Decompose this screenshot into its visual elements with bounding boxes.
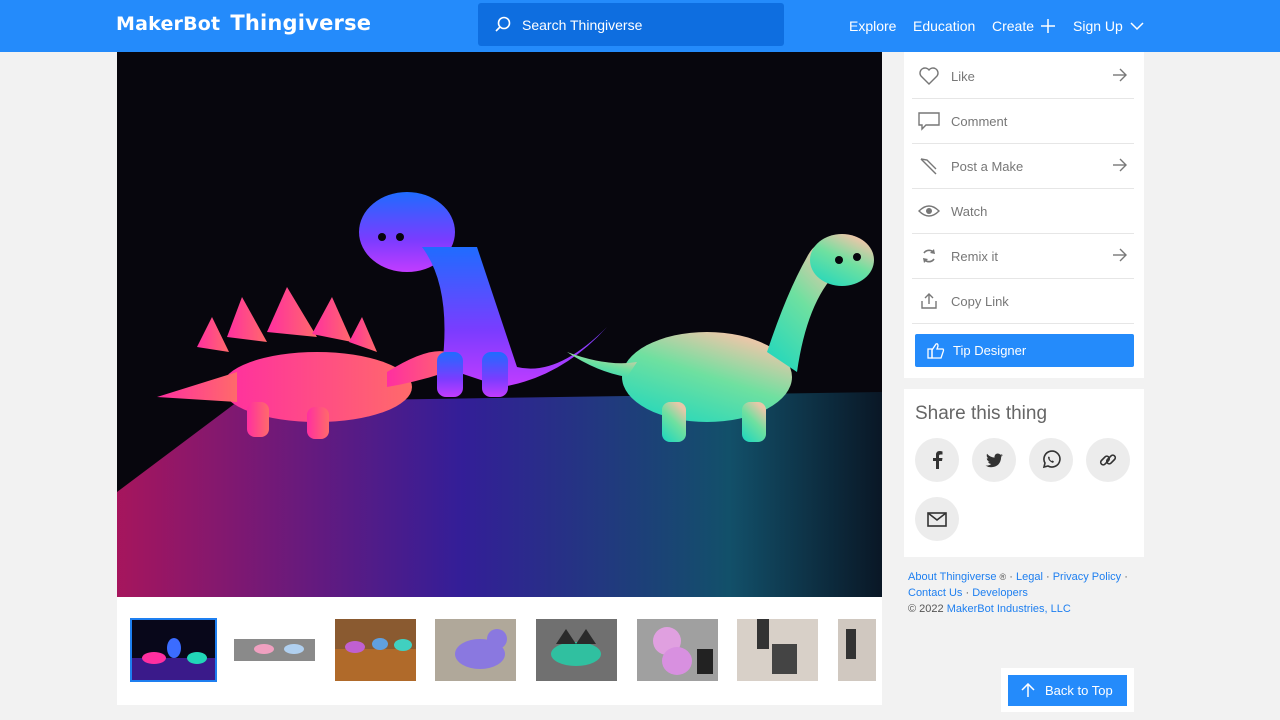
watch-button[interactable]: Watch xyxy=(912,189,1134,234)
comment-label: Comment xyxy=(951,113,1008,129)
upload-icon xyxy=(916,293,942,309)
share-facebook-button[interactable] xyxy=(915,438,959,482)
footer-about-link[interactable]: About Thingiverse xyxy=(908,571,996,583)
tip-designer-label: Tip Designer xyxy=(953,343,1027,358)
actions-panel: Like Comment Post a Make Watch Remix it … xyxy=(904,52,1144,378)
arrow-right-icon xyxy=(1113,68,1127,82)
eye-icon xyxy=(916,204,942,218)
share-link-button[interactable] xyxy=(1086,438,1130,482)
logo-thingiverse: Thingiverse xyxy=(230,11,372,35)
nav-create[interactable]: Create xyxy=(992,0,1056,52)
thumbnail-5[interactable] xyxy=(536,619,617,681)
nav-education[interactable]: Education xyxy=(913,0,975,52)
logo-makerbot: MakerBot xyxy=(116,13,221,35)
thumbnail-6[interactable] xyxy=(637,619,718,681)
separator: · xyxy=(1009,571,1013,583)
back-to-top-label: Back to Top xyxy=(1045,683,1113,698)
top-navbar: MakerBot Thingiverse Search Thingiverse … xyxy=(0,0,1280,52)
thumbnail-4[interactable] xyxy=(435,619,516,681)
share-email-button[interactable] xyxy=(915,497,959,541)
like-button[interactable]: Like xyxy=(912,54,1134,99)
watch-label: Watch xyxy=(951,203,988,219)
back-to-top-container: Back to Top xyxy=(1001,668,1134,712)
makerbot-thingiverse-logo[interactable]: MakerBot Thingiverse xyxy=(116,11,371,39)
remix-label: Remix it xyxy=(951,248,998,264)
footer-legal-link[interactable]: Legal xyxy=(1016,571,1043,583)
facebook-icon xyxy=(933,451,943,469)
nav-explore[interactable]: Explore xyxy=(849,0,896,52)
main-photo[interactable] xyxy=(117,52,882,597)
search-input[interactable]: Search Thingiverse xyxy=(478,3,784,46)
thumbs-up-icon xyxy=(927,343,945,359)
footer-company-link[interactable]: MakerBot Industries, LLC xyxy=(947,603,1071,615)
email-icon xyxy=(927,511,947,527)
thumbnail-1[interactable] xyxy=(130,618,217,682)
copyright-text: © 2022 xyxy=(908,603,944,615)
plus-icon xyxy=(1041,19,1056,33)
nav-signup-label: Sign Up xyxy=(1073,18,1123,34)
thumbnail-2[interactable] xyxy=(234,619,315,681)
share-title: Share this thing xyxy=(915,403,1048,424)
post-a-make-label: Post a Make xyxy=(951,158,1024,174)
arrow-up-icon xyxy=(1021,683,1035,697)
nav-explore-label: Explore xyxy=(849,18,897,34)
registered-mark: ® xyxy=(999,572,1007,582)
footer-contact-link[interactable]: Contact Us xyxy=(908,587,962,599)
post-a-make-button[interactable]: Post a Make xyxy=(912,144,1134,189)
pen-icon xyxy=(916,155,942,177)
nav-education-label: Education xyxy=(913,18,976,34)
whatsapp-icon xyxy=(1042,450,1061,469)
copy-link-label: Copy Link xyxy=(951,293,1009,309)
link-icon xyxy=(1099,454,1117,466)
share-whatsapp-button[interactable] xyxy=(1029,438,1073,482)
twitter-icon xyxy=(985,453,1003,467)
share-twitter-button[interactable] xyxy=(972,438,1016,482)
footer-links: About Thingiverse ® · Legal · Privacy Po… xyxy=(908,569,1144,617)
image-viewer xyxy=(117,52,882,705)
separator: · xyxy=(1124,571,1128,583)
back-to-top-button[interactable]: Back to Top xyxy=(1008,675,1127,706)
separator: · xyxy=(965,587,970,599)
heart-icon xyxy=(916,66,942,86)
arrow-right-icon xyxy=(1113,158,1127,172)
like-label: Like xyxy=(951,68,975,84)
thumbnail-strip xyxy=(117,597,882,705)
arrow-right-icon xyxy=(1113,248,1127,262)
copy-link-button[interactable]: Copy Link xyxy=(912,279,1134,324)
comment-icon xyxy=(916,111,942,131)
footer-privacy-link[interactable]: Privacy Policy xyxy=(1053,571,1121,583)
thumbnail-3[interactable] xyxy=(335,619,416,681)
share-card: Share this thing xyxy=(904,389,1144,557)
separator: · xyxy=(1045,571,1050,583)
search-placeholder: Search Thingiverse xyxy=(522,16,643,33)
thumbnail-7[interactable] xyxy=(737,619,818,681)
remix-button[interactable]: Remix it xyxy=(912,234,1134,279)
remix-icon xyxy=(916,248,942,264)
comment-button[interactable]: Comment xyxy=(912,99,1134,144)
tip-designer-button[interactable]: Tip Designer xyxy=(915,334,1134,367)
nav-create-label: Create xyxy=(992,18,1035,34)
search-icon xyxy=(495,16,511,32)
chevron-down-icon xyxy=(1130,22,1144,31)
footer-developers-link[interactable]: Developers xyxy=(972,587,1028,599)
thumbnail-8[interactable] xyxy=(838,619,876,681)
nav-sign-up[interactable]: Sign Up xyxy=(1073,0,1145,52)
